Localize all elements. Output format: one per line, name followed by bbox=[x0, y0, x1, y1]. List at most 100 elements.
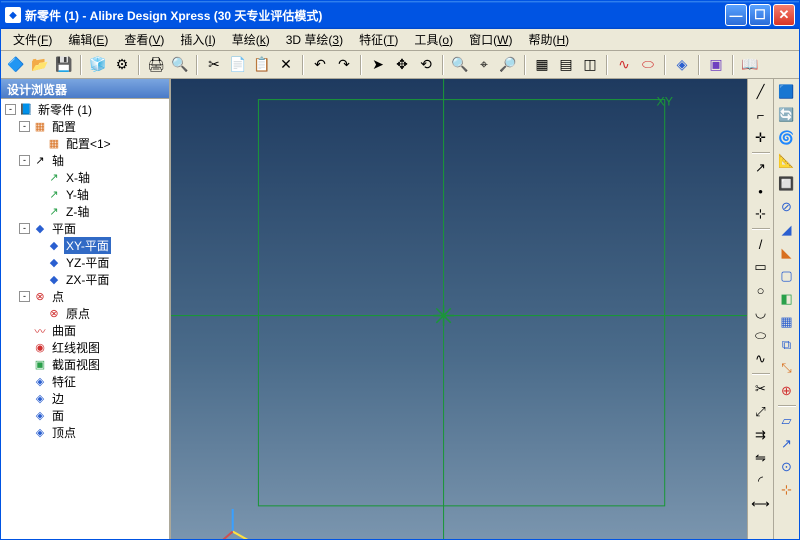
shell-icon[interactable]: ▢ bbox=[776, 265, 798, 287]
rect-icon[interactable]: ▭ bbox=[750, 256, 772, 278]
tree-node[interactable]: ▣截面视图 bbox=[3, 356, 167, 373]
tree-node[interactable]: ◈顶点 bbox=[3, 424, 167, 441]
cross-icon[interactable]: ✛ bbox=[750, 127, 772, 149]
view2-icon[interactable]: ▤ bbox=[555, 54, 577, 76]
pattern-icon[interactable]: ▦ bbox=[776, 311, 798, 333]
tree-node[interactable]: -📘新零件 (1) bbox=[3, 101, 167, 118]
tree-node[interactable]: ◆ZX-平面 bbox=[3, 271, 167, 288]
menu-i[interactable]: 插入(I) bbox=[172, 29, 223, 50]
paste-icon[interactable]: 📋 bbox=[251, 54, 273, 76]
tree-node[interactable]: ↗X-轴 bbox=[3, 169, 167, 186]
arc-icon[interactable]: ◡ bbox=[750, 302, 772, 324]
hole-icon[interactable]: ⊘ bbox=[776, 196, 798, 218]
tree-node[interactable]: ◈边 bbox=[3, 390, 167, 407]
axis-icon[interactable]: ↗ bbox=[750, 157, 772, 179]
point3d-icon[interactable]: ⊙ bbox=[776, 456, 798, 478]
render-icon[interactable]: ▣ bbox=[705, 54, 727, 76]
menu-o[interactable]: 工具(o) bbox=[406, 29, 461, 50]
dim-icon[interactable]: ⟷ bbox=[750, 493, 772, 515]
menu-t[interactable]: 特征(T) bbox=[351, 29, 406, 50]
collapse-icon[interactable]: - bbox=[19, 121, 30, 132]
tree-node[interactable]: ⊗原点 bbox=[3, 305, 167, 322]
save-icon[interactable]: 💾 bbox=[53, 54, 75, 76]
spline-icon[interactable]: ∿ bbox=[750, 348, 772, 370]
plane3d-icon[interactable]: ▱ bbox=[776, 410, 798, 432]
rotate-icon[interactable]: ⟲ bbox=[415, 54, 437, 76]
close-button[interactable]: ✕ bbox=[773, 4, 795, 26]
tree-node[interactable]: -▦配置 bbox=[3, 118, 167, 135]
redo-icon[interactable]: ↷ bbox=[333, 54, 355, 76]
extrude-icon[interactable]: 🟦 bbox=[776, 81, 798, 103]
tree-node[interactable]: ◈特征 bbox=[3, 373, 167, 390]
feature-icon[interactable]: ◈ bbox=[671, 54, 693, 76]
pan-icon[interactable]: ✥ bbox=[391, 54, 413, 76]
menu-w[interactable]: 窗口(W) bbox=[461, 29, 520, 50]
tree-node[interactable]: ↗Z-轴 bbox=[3, 203, 167, 220]
zoom-fit-icon[interactable]: 🔍 bbox=[449, 54, 471, 76]
select-icon[interactable]: ➤ bbox=[367, 54, 389, 76]
menu-f[interactable]: 文件(F) bbox=[5, 29, 60, 50]
menu-v[interactable]: 查看(V) bbox=[116, 29, 172, 50]
loft-icon[interactable]: 📐 bbox=[776, 150, 798, 172]
trim-icon[interactable]: ✂ bbox=[750, 378, 772, 400]
tree-node[interactable]: ▦配置<1> bbox=[3, 135, 167, 152]
tree-node[interactable]: ◉红线视图 bbox=[3, 339, 167, 356]
axis3d-icon[interactable]: ↗ bbox=[776, 433, 798, 455]
print-icon[interactable]: 🖨 bbox=[145, 54, 167, 76]
open-icon[interactable]: 📂 bbox=[29, 54, 51, 76]
circle-icon[interactable]: ○ bbox=[750, 279, 772, 301]
revolve-icon[interactable]: 🔄 bbox=[776, 104, 798, 126]
menu-k[interactable]: 草绘(k) bbox=[224, 29, 278, 50]
tree-node[interactable]: -◆平面 bbox=[3, 220, 167, 237]
ref-icon[interactable]: ⊹ bbox=[750, 203, 772, 225]
offset-icon[interactable]: ⇉ bbox=[750, 424, 772, 446]
minimize-button[interactable]: — bbox=[725, 4, 747, 26]
collapse-icon[interactable]: - bbox=[19, 155, 30, 166]
coord-icon[interactable]: ⊹ bbox=[776, 479, 798, 501]
new-part-icon[interactable]: 🧊 bbox=[87, 54, 109, 76]
cut-icon[interactable]: ✂ bbox=[203, 54, 225, 76]
menu-h[interactable]: 帮助(H) bbox=[520, 29, 577, 50]
polyline-icon[interactable]: ⌐ bbox=[750, 104, 772, 126]
preview-icon[interactable]: 🔍 bbox=[169, 54, 191, 76]
app-icon[interactable]: 🔷 bbox=[5, 54, 27, 76]
tree-node[interactable]: ↗Y-轴 bbox=[3, 186, 167, 203]
zoom-window-icon[interactable]: ⌖ bbox=[473, 54, 495, 76]
menu-e[interactable]: 编辑(E) bbox=[60, 29, 116, 50]
view1-icon[interactable]: ▦ bbox=[531, 54, 553, 76]
options-icon[interactable]: ⚙ bbox=[111, 54, 133, 76]
maximize-button[interactable]: ☐ bbox=[749, 4, 771, 26]
point-icon[interactable]: • bbox=[750, 180, 772, 202]
cut-extrude-icon[interactable]: 🔲 bbox=[776, 173, 798, 195]
scale-icon[interactable]: ⤡ bbox=[776, 357, 798, 379]
collapse-icon[interactable]: - bbox=[5, 104, 16, 115]
extend-icon[interactable]: ⤢ bbox=[750, 401, 772, 423]
mirror3d-icon[interactable]: ⧉ bbox=[776, 334, 798, 356]
zoom-icon[interactable]: 🔎 bbox=[497, 54, 519, 76]
copy-icon[interactable]: 📄 bbox=[227, 54, 249, 76]
delete-icon[interactable]: ✕ bbox=[275, 54, 297, 76]
view3-icon[interactable]: ◫ bbox=[579, 54, 601, 76]
menu-3[interactable]: 3D 草绘(3) bbox=[278, 29, 351, 50]
tree-node[interactable]: -↗轴 bbox=[3, 152, 167, 169]
chamfer-icon[interactable]: ◣ bbox=[776, 242, 798, 264]
collapse-icon[interactable]: - bbox=[19, 223, 30, 234]
line-icon[interactable]: ╱ bbox=[750, 81, 772, 103]
shape-icon[interactable]: ⬭ bbox=[637, 54, 659, 76]
undo-icon[interactable]: ↶ bbox=[309, 54, 331, 76]
tree-node[interactable]: 〰曲面 bbox=[3, 322, 167, 339]
collapse-icon[interactable]: - bbox=[19, 291, 30, 302]
fillet-icon[interactable]: ◜ bbox=[750, 470, 772, 492]
segment-icon[interactable]: / bbox=[750, 233, 772, 255]
help-icon[interactable]: 📖 bbox=[739, 54, 761, 76]
draft-icon[interactable]: ◧ bbox=[776, 288, 798, 310]
fillet3d-icon[interactable]: ◢ bbox=[776, 219, 798, 241]
curve-icon[interactable]: ∿ bbox=[613, 54, 635, 76]
tree-node[interactable]: ◈面 bbox=[3, 407, 167, 424]
tree-node[interactable]: ◆YZ-平面 bbox=[3, 254, 167, 271]
boolean-icon[interactable]: ⊕ bbox=[776, 380, 798, 402]
sweep-icon[interactable]: 🌀 bbox=[776, 127, 798, 149]
tree-node[interactable]: -⊗点 bbox=[3, 288, 167, 305]
ellipse-icon[interactable]: ⬭ bbox=[750, 325, 772, 347]
mirror-icon[interactable]: ⇋ bbox=[750, 447, 772, 469]
